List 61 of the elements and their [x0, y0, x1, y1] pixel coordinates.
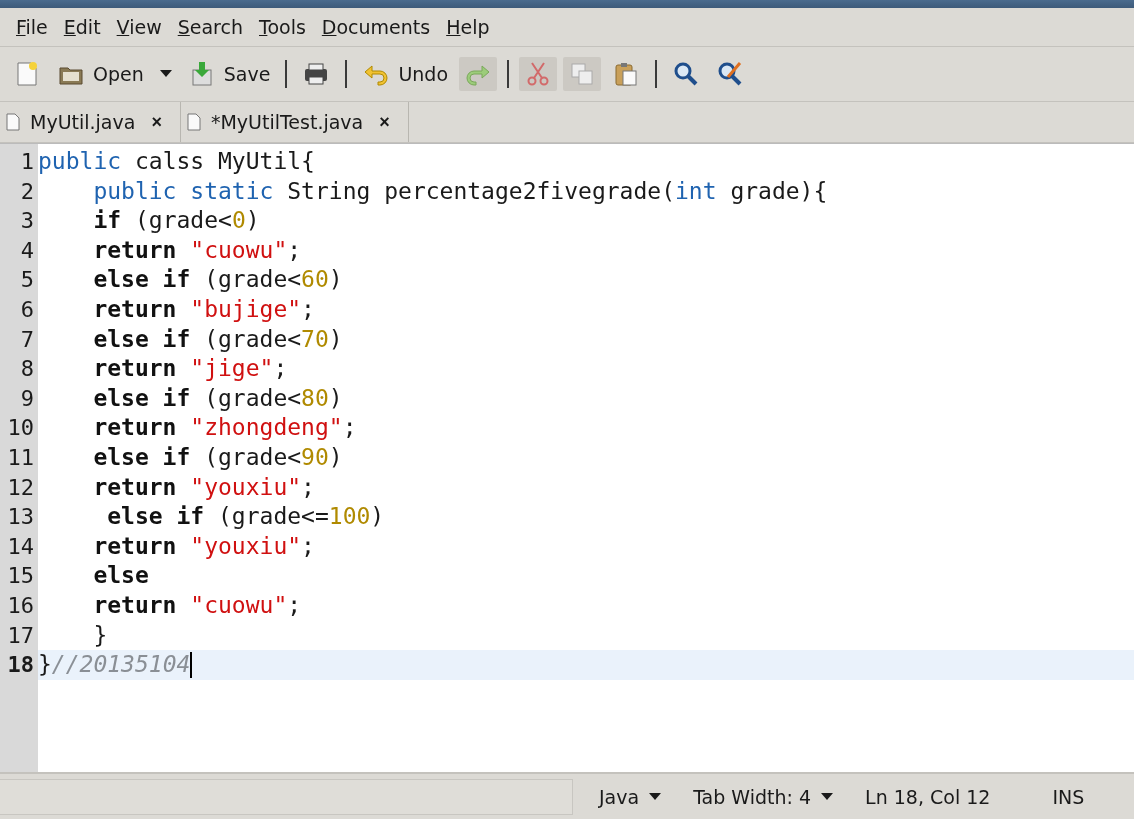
- line-number: 18: [6, 651, 35, 680]
- menu-item[interactable]: File: [8, 16, 56, 38]
- code-text: else: [92, 561, 149, 591]
- tab-label: MyUtil.java: [30, 111, 136, 133]
- line-number: 2: [19, 177, 35, 206]
- caret-icon: [821, 792, 834, 801]
- menu-item[interactable]: Search: [169, 16, 251, 38]
- line-number: 15: [6, 562, 35, 591]
- code-editor[interactable]: [0, 143, 1134, 772]
- code-text: public calss MyUtil{: [38, 147, 315, 176]
- line-number: 4: [19, 236, 35, 265]
- code-text: return "cuowu";: [92, 590, 302, 620]
- line-number: 9: [19, 384, 35, 413]
- close-button[interactable]: ×: [145, 111, 168, 133]
- tab-width-dropdown[interactable]: Tab Width: 4: [693, 785, 834, 808]
- line-number: 14: [6, 532, 35, 561]
- code-text: return "zhongdeng";: [92, 413, 357, 443]
- code-text: else if (grade<=100): [106, 502, 385, 532]
- line-number: 8: [19, 355, 35, 384]
- line-number: 17: [6, 621, 35, 650]
- toolbar-button[interactable]: Undo: [357, 57, 454, 91]
- code-text: if (grade<0): [92, 206, 260, 236]
- line-number: 5: [19, 266, 35, 295]
- line-number: 11: [6, 443, 35, 472]
- line-number: 6: [19, 295, 35, 324]
- line-number: 16: [6, 591, 35, 620]
- code-text: return "bujige";: [92, 294, 315, 324]
- language-dropdown[interactable]: Java: [599, 785, 662, 808]
- menu-item[interactable]: Documents: [313, 16, 439, 38]
- toolbar-button[interactable]: Open: [52, 57, 149, 91]
- tab-label: *MyUtilTest.java: [210, 111, 364, 133]
- code-text: else if (grade<70): [92, 324, 343, 354]
- text-cursor: [190, 651, 193, 678]
- menu-item[interactable]: Help: [438, 16, 498, 38]
- line-number: 10: [6, 414, 35, 443]
- menu-item[interactable]: View: [108, 16, 170, 38]
- code-text: return "youxiu";: [92, 472, 315, 502]
- document-icon: [6, 113, 20, 131]
- code-text: }: [92, 620, 108, 650]
- close-button[interactable]: ×: [373, 111, 396, 133]
- line-number: 13: [6, 503, 35, 532]
- line-number: 12: [6, 473, 35, 502]
- caret-icon: [159, 70, 172, 78]
- line-number: 1: [19, 148, 35, 176]
- line-number: 7: [19, 325, 35, 354]
- code-text: else if (grade<80): [92, 383, 343, 413]
- document-icon: [186, 113, 201, 131]
- caret-icon: [649, 792, 662, 801]
- cursor-position: Ln 18, Col 12: [865, 785, 991, 808]
- toolbar-button[interactable]: Save: [182, 57, 276, 91]
- code-text: else if (grade<90): [92, 442, 343, 472]
- code-text: public static String percentage2fivegrade(int grade){: [92, 176, 828, 206]
- insert-mode: INS: [1052, 785, 1085, 808]
- menu-item[interactable]: Tools: [251, 16, 314, 38]
- code-text: return "cuowu";: [92, 235, 302, 265]
- menu-item[interactable]: Edit: [55, 16, 109, 38]
- code-text: else if (grade<60): [92, 265, 343, 295]
- line-number: 3: [19, 207, 35, 236]
- code-text: return "youxiu";: [92, 531, 315, 561]
- code-text: return "jige";: [92, 354, 288, 384]
- code-text: }//20135104: [38, 650, 191, 680]
